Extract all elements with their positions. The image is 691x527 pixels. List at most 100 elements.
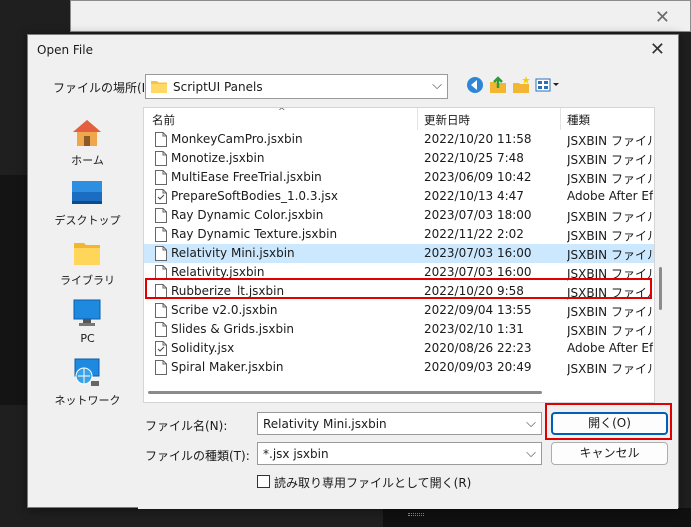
file-icon [155,227,167,242]
table-row[interactable]: Spiral Maker.jsxbin 2020/09/03 20:49 JSXBI… [144,358,654,377]
table-row[interactable]: Slides & Grids.jsxbin 2023/02/10 1:31 JSXB… [144,320,654,339]
view-menu-icon[interactable] [534,74,560,96]
new-folder-icon[interactable] [510,74,532,96]
file-name-cell: PrepareSoftBodies_1.0.3.jsx [171,189,338,203]
file-icon [155,170,167,185]
file-type-cell: JSXBIN ファイル [567,172,653,186]
look-in-combo[interactable]: ScriptUI Panels ⌵ [145,74,448,99]
column-divider[interactable] [560,108,561,130]
column-divider[interactable] [417,108,418,130]
file-type-cell: JSXBIN ファイル [567,210,653,224]
file-icon [155,132,167,147]
horizontal-scroll-thumb[interactable] [148,391,542,394]
column-header-name[interactable]: 名前 [152,112,175,128]
file-name-cell: Relativity.jsxbin [171,265,265,279]
file-name-cell: Scribe v2.0.jsxbin [171,303,278,317]
cancel-button[interactable]: キャンセル [551,442,668,465]
close-icon[interactable]: ✕ [650,39,665,60]
readonly-label[interactable]: 読み取り専用ファイルとして開く(R) [274,474,471,491]
look-in-value: ScriptUI Panels [173,80,263,94]
background-close-icon[interactable]: ✕ [655,7,670,28]
file-name-cell: Solidity.jsx [171,341,235,355]
table-row[interactable]: MonkeyCamPro.jsxbin 2022/10/20 11:58 JSXBI… [144,130,654,149]
pc-icon [73,299,101,326]
title-bar[interactable]: Open File ✕ [28,35,678,65]
readonly-checkbox[interactable] [257,475,270,488]
place-network[interactable]: ネットワーク [37,353,138,413]
table-row[interactable]: MultiEase FreeTrial.jsxbin 2023/06/09 10:… [144,168,654,187]
place-home[interactable]: ホーム [37,113,138,173]
file-icon [155,303,167,318]
file-icon [155,208,167,223]
place-label: ライブラリ [60,274,115,287]
file-date-cell: 2023/07/03 18:00 [424,208,532,222]
vertical-scrollbar[interactable] [656,107,668,403]
up-folder-icon[interactable] [487,74,509,96]
horizontal-scrollbar[interactable] [143,387,655,399]
file-type-cell: JSXBIN ファイル [567,248,653,262]
file-date-cell: 2020/09/03 20:49 [424,360,532,374]
file-date-cell: 2023/06/09 10:42 [424,170,532,184]
network-icon [74,358,100,386]
file-type-cell: Adobe After Effe [567,189,653,203]
file-name-cell: MultiEase FreeTrial.jsxbin [171,170,322,184]
file-list[interactable]: ^ 名前 更新日時 種類 MonkeyCamPro.jsxbin 2022/10/… [143,107,655,403]
look-in-label: ファイルの場所(I): [53,81,154,95]
chevron-down-icon[interactable]: ⌵ [526,446,536,461]
back-icon[interactable] [464,74,486,96]
dialog-title: Open File [37,43,93,57]
open-button-highlight [545,403,672,440]
filename-value: Relativity Mini.jsxbin [263,417,387,431]
table-row[interactable]: Ray Dynamic Color.jsxbin 2023/07/03 18:00… [144,206,654,225]
filename-label: ファイル名(N): [145,419,228,433]
place-label: PC [80,332,95,345]
places-bar: ホーム デスクトップ ライブラリ PC ネットワーク [37,107,138,407]
file-name-cell: Relativity Mini.jsxbin [171,246,295,260]
column-header-type[interactable]: 種類 [567,112,590,128]
file-date-cell: 2023/07/03 16:00 [424,265,532,279]
place-pc[interactable]: PC [37,293,138,353]
script-file-icon [155,341,167,356]
table-row[interactable]: PrepareSoftBodies_1.0.3.jsx 2022/10/13 4:… [144,187,654,206]
place-label: デスクトップ [54,214,121,227]
file-type-cell: JSXBIN ファイル [567,134,653,148]
chevron-down-icon: ⌵ [432,78,442,93]
place-libraries[interactable]: ライブラリ [37,233,138,293]
file-type-cell: JSXBIN ファイル [567,229,653,243]
list-header: ^ 名前 更新日時 種類 [144,108,654,130]
table-row[interactable]: Relativity Mini.jsxbin 2023/07/03 16:00 JS… [144,244,654,263]
filetype-combo[interactable]: *.jsx jsxbin ⌵ [257,442,542,465]
file-date-cell: 2022/09/04 13:55 [424,303,532,317]
chevron-down-icon[interactable]: ⌵ [526,416,536,431]
home-icon [73,120,101,146]
table-row[interactable]: Solidity.jsx 2020/08/26 22:23 Adobe After … [144,339,654,358]
file-type-cell: JSXBIN ファイル [567,305,653,319]
file-type-cell: JSXBIN ファイル [567,324,653,338]
file-date-cell: 2022/10/20 11:58 [424,132,532,146]
table-row[interactable]: Monotize.jsxbin 2022/10/25 7:48 JSXBIN ファイ… [144,149,654,168]
table-row[interactable]: Scribe v2.0.jsxbin 2022/09/04 13:55 JSXBIN… [144,301,654,320]
file-date-cell: 2022/10/13 4:47 [424,189,524,203]
file-type-cell: Adobe After Effe [567,341,653,355]
background-strip [383,508,691,527]
file-date-cell: 2022/10/25 7:48 [424,151,524,165]
place-label: ホーム [71,154,104,167]
filetype-label: ファイルの種類(T): [145,449,250,463]
vertical-scroll-thumb[interactable] [659,267,662,310]
file-name-cell: Ray Dynamic Texture.jsxbin [171,227,338,241]
file-name-cell: MonkeyCamPro.jsxbin [171,132,303,146]
folder-icon [151,81,167,93]
file-icon [155,246,167,261]
file-name-cell: Slides & Grids.jsxbin [171,322,295,336]
file-icon [155,151,167,166]
file-date-cell: 2023/07/03 16:00 [424,246,532,260]
column-header-date[interactable]: 更新日時 [424,112,470,128]
desktop-icon [72,181,102,204]
table-row[interactable]: Ray Dynamic Texture.jsxbin 2022/11/22 2:0… [144,225,654,244]
file-name-cell: Spiral Maker.jsxbin [171,360,284,374]
file-date-cell: 2023/02/10 1:31 [424,322,524,336]
filename-combo[interactable]: Relativity Mini.jsxbin ⌵ [257,412,542,435]
place-desktop[interactable]: デスクトップ [37,173,138,233]
file-name-cell: Monotize.jsxbin [171,151,265,165]
file-type-cell: JSXBIN ファイル [567,153,653,167]
